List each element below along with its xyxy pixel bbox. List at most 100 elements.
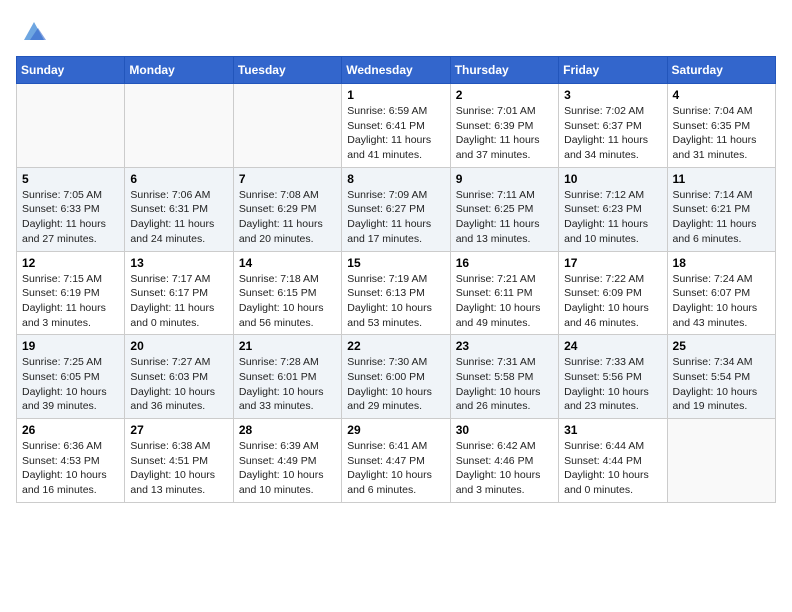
- calendar-cell: 16Sunrise: 7:21 AM Sunset: 6:11 PM Dayli…: [450, 251, 558, 335]
- day-info: Sunrise: 7:06 AM Sunset: 6:31 PM Dayligh…: [130, 188, 227, 247]
- calendar-cell: 18 Sunrise: 7:24 AM Sunset: 6:07 PM Dayli…: [667, 251, 775, 335]
- calendar-cell: 9 Sunrise: 7:11 AM Sunset: 6:25 PM Daylig…: [450, 167, 558, 251]
- day-info: Sunrise: 7:14 AM Sunset: 6:21 PM Dayligh…: [673, 188, 770, 247]
- day-number: 19: [22, 339, 119, 353]
- calendar-cell: 21 Sunrise: 7:28 AM Sunset: 6:01 PM Dayli…: [233, 335, 341, 419]
- calendar-cell: 7Sunrise: 7:08 AM Sunset: 6:29 PM Daylig…: [233, 167, 341, 251]
- calendar-header-friday: Friday: [559, 57, 667, 84]
- calendar-header-saturday: Saturday: [667, 57, 775, 84]
- day-number: 20: [130, 339, 227, 353]
- day-number: 4: [673, 88, 770, 102]
- calendar-cell: 28 Sunrise: 6:39 AM Sunset: 4:49 PM Dayli…: [233, 419, 341, 503]
- calendar-cell: 5Sunrise: 7:05 AM Sunset: 6:33 PM Daylig…: [17, 167, 125, 251]
- day-number: 3: [564, 88, 661, 102]
- calendar-header-row: SundayMondayTuesdayWednesdayThursdayFrid…: [17, 57, 776, 84]
- day-info: Sunrise: 7:25 AM Sunset: 6:05 PM Dayligh…: [22, 355, 119, 414]
- day-info: Sunrise: 7:15 AM Sunset: 6:19 PM Dayligh…: [22, 272, 119, 331]
- logo: [16, 16, 48, 44]
- calendar-week-row: 5Sunrise: 7:05 AM Sunset: 6:33 PM Daylig…: [17, 167, 776, 251]
- calendar-cell: 31 Sunrise: 6:44 AM Sunset: 4:44 PM Dayli…: [559, 419, 667, 503]
- day-info: Sunrise: 6:36 AM Sunset: 4:53 PM Dayligh…: [22, 439, 119, 498]
- calendar-cell: 29 Sunrise: 6:41 AM Sunset: 4:47 PM Dayli…: [342, 419, 450, 503]
- calendar-cell: [125, 84, 233, 168]
- calendar-cell: 17 Sunrise: 7:22 AM Sunset: 6:09 PM Dayli…: [559, 251, 667, 335]
- calendar-cell: 23Sunrise: 7:31 AM Sunset: 5:58 PM Dayli…: [450, 335, 558, 419]
- day-info: Sunrise: 7:08 AM Sunset: 6:29 PM Dayligh…: [239, 188, 336, 247]
- day-info: Sunrise: 7:28 AM Sunset: 6:01 PM Dayligh…: [239, 355, 336, 414]
- day-info: Sunrise: 7:27 AM Sunset: 6:03 PM Dayligh…: [130, 355, 227, 414]
- day-info: Sunrise: 7:22 AM Sunset: 6:09 PM Dayligh…: [564, 272, 661, 331]
- day-info: Sunrise: 7:30 AM Sunset: 6:00 PM Dayligh…: [347, 355, 444, 414]
- calendar-cell: 11 Sunrise: 7:14 AM Sunset: 6:21 PM Dayli…: [667, 167, 775, 251]
- calendar-cell: 6Sunrise: 7:06 AM Sunset: 6:31 PM Daylig…: [125, 167, 233, 251]
- day-number: 10: [564, 172, 661, 186]
- day-number: 29: [347, 423, 444, 437]
- calendar-cell: 4 Sunrise: 7:04 AM Sunset: 6:35 PM Daylig…: [667, 84, 775, 168]
- day-info: Sunrise: 7:19 AM Sunset: 6:13 PM Dayligh…: [347, 272, 444, 331]
- day-info: Sunrise: 6:44 AM Sunset: 4:44 PM Dayligh…: [564, 439, 661, 498]
- day-number: 30: [456, 423, 553, 437]
- calendar-cell: 30 Sunrise: 6:42 AM Sunset: 4:46 PM Dayli…: [450, 419, 558, 503]
- calendar-header-sunday: Sunday: [17, 57, 125, 84]
- calendar-cell: [667, 419, 775, 503]
- day-info: Sunrise: 6:42 AM Sunset: 4:46 PM Dayligh…: [456, 439, 553, 498]
- calendar-cell: 22 Sunrise: 7:30 AM Sunset: 6:00 PM Dayli…: [342, 335, 450, 419]
- calendar-cell: 26 Sunrise: 6:36 AM Sunset: 4:53 PM Dayli…: [17, 419, 125, 503]
- calendar-cell: 24 Sunrise: 7:33 AM Sunset: 5:56 PM Dayli…: [559, 335, 667, 419]
- calendar-cell: 2Sunrise: 7:01 AM Sunset: 6:39 PM Daylig…: [450, 84, 558, 168]
- calendar-cell: 13 Sunrise: 7:17 AM Sunset: 6:17 PM Dayli…: [125, 251, 233, 335]
- day-info: Sunrise: 6:39 AM Sunset: 4:49 PM Dayligh…: [239, 439, 336, 498]
- calendar-cell: 10 Sunrise: 7:12 AM Sunset: 6:23 PM Dayli…: [559, 167, 667, 251]
- calendar-header-tuesday: Tuesday: [233, 57, 341, 84]
- day-info: Sunrise: 7:12 AM Sunset: 6:23 PM Dayligh…: [564, 188, 661, 247]
- calendar-cell: 15 Sunrise: 7:19 AM Sunset: 6:13 PM Dayli…: [342, 251, 450, 335]
- day-number: 26: [22, 423, 119, 437]
- day-number: 1: [347, 88, 444, 102]
- day-info: Sunrise: 7:33 AM Sunset: 5:56 PM Dayligh…: [564, 355, 661, 414]
- calendar-cell: 1 Sunrise: 6:59 AM Sunset: 6:41 PM Daylig…: [342, 84, 450, 168]
- day-number: 5: [22, 172, 119, 186]
- day-info: Sunrise: 7:02 AM Sunset: 6:37 PM Dayligh…: [564, 104, 661, 163]
- day-info: Sunrise: 7:21 AM Sunset: 6:11 PM Dayligh…: [456, 272, 553, 331]
- day-info: Sunrise: 7:18 AM Sunset: 6:15 PM Dayligh…: [239, 272, 336, 331]
- calendar-header-thursday: Thursday: [450, 57, 558, 84]
- day-info: Sunrise: 7:24 AM Sunset: 6:07 PM Dayligh…: [673, 272, 770, 331]
- day-info: Sunrise: 6:59 AM Sunset: 6:41 PM Dayligh…: [347, 104, 444, 163]
- day-number: 9: [456, 172, 553, 186]
- calendar-cell: [17, 84, 125, 168]
- day-number: 31: [564, 423, 661, 437]
- day-info: Sunrise: 7:09 AM Sunset: 6:27 PM Dayligh…: [347, 188, 444, 247]
- day-info: Sunrise: 7:17 AM Sunset: 6:17 PM Dayligh…: [130, 272, 227, 331]
- calendar-cell: 3 Sunrise: 7:02 AM Sunset: 6:37 PM Daylig…: [559, 84, 667, 168]
- day-number: 25: [673, 339, 770, 353]
- day-info: Sunrise: 7:11 AM Sunset: 6:25 PM Dayligh…: [456, 188, 553, 247]
- calendar-cell: [233, 84, 341, 168]
- calendar-cell: 25Sunrise: 7:34 AM Sunset: 5:54 PM Dayli…: [667, 335, 775, 419]
- calendar-week-row: 19 Sunrise: 7:25 AM Sunset: 6:05 PM Dayli…: [17, 335, 776, 419]
- day-info: Sunrise: 7:31 AM Sunset: 5:58 PM Dayligh…: [456, 355, 553, 414]
- day-number: 15: [347, 256, 444, 270]
- calendar-cell: 19 Sunrise: 7:25 AM Sunset: 6:05 PM Dayli…: [17, 335, 125, 419]
- day-number: 17: [564, 256, 661, 270]
- day-number: 24: [564, 339, 661, 353]
- day-number: 28: [239, 423, 336, 437]
- day-number: 18: [673, 256, 770, 270]
- day-number: 8: [347, 172, 444, 186]
- calendar-cell: 8 Sunrise: 7:09 AM Sunset: 6:27 PM Daylig…: [342, 167, 450, 251]
- calendar-week-row: 12 Sunrise: 7:15 AM Sunset: 6:19 PM Dayli…: [17, 251, 776, 335]
- calendar-week-row: 1 Sunrise: 6:59 AM Sunset: 6:41 PM Daylig…: [17, 84, 776, 168]
- day-info: Sunrise: 7:04 AM Sunset: 6:35 PM Dayligh…: [673, 104, 770, 163]
- calendar-table: SundayMondayTuesdayWednesdayThursdayFrid…: [16, 56, 776, 503]
- day-number: 14: [239, 256, 336, 270]
- day-info: Sunrise: 6:41 AM Sunset: 4:47 PM Dayligh…: [347, 439, 444, 498]
- day-info: Sunrise: 6:38 AM Sunset: 4:51 PM Dayligh…: [130, 439, 227, 498]
- day-number: 11: [673, 172, 770, 186]
- calendar-cell: 27 Sunrise: 6:38 AM Sunset: 4:51 PM Dayli…: [125, 419, 233, 503]
- day-number: 27: [130, 423, 227, 437]
- day-number: 21: [239, 339, 336, 353]
- day-number: 12: [22, 256, 119, 270]
- calendar-header-monday: Monday: [125, 57, 233, 84]
- day-number: 13: [130, 256, 227, 270]
- calendar-cell: 14 Sunrise: 7:18 AM Sunset: 6:15 PM Dayli…: [233, 251, 341, 335]
- day-number: 22: [347, 339, 444, 353]
